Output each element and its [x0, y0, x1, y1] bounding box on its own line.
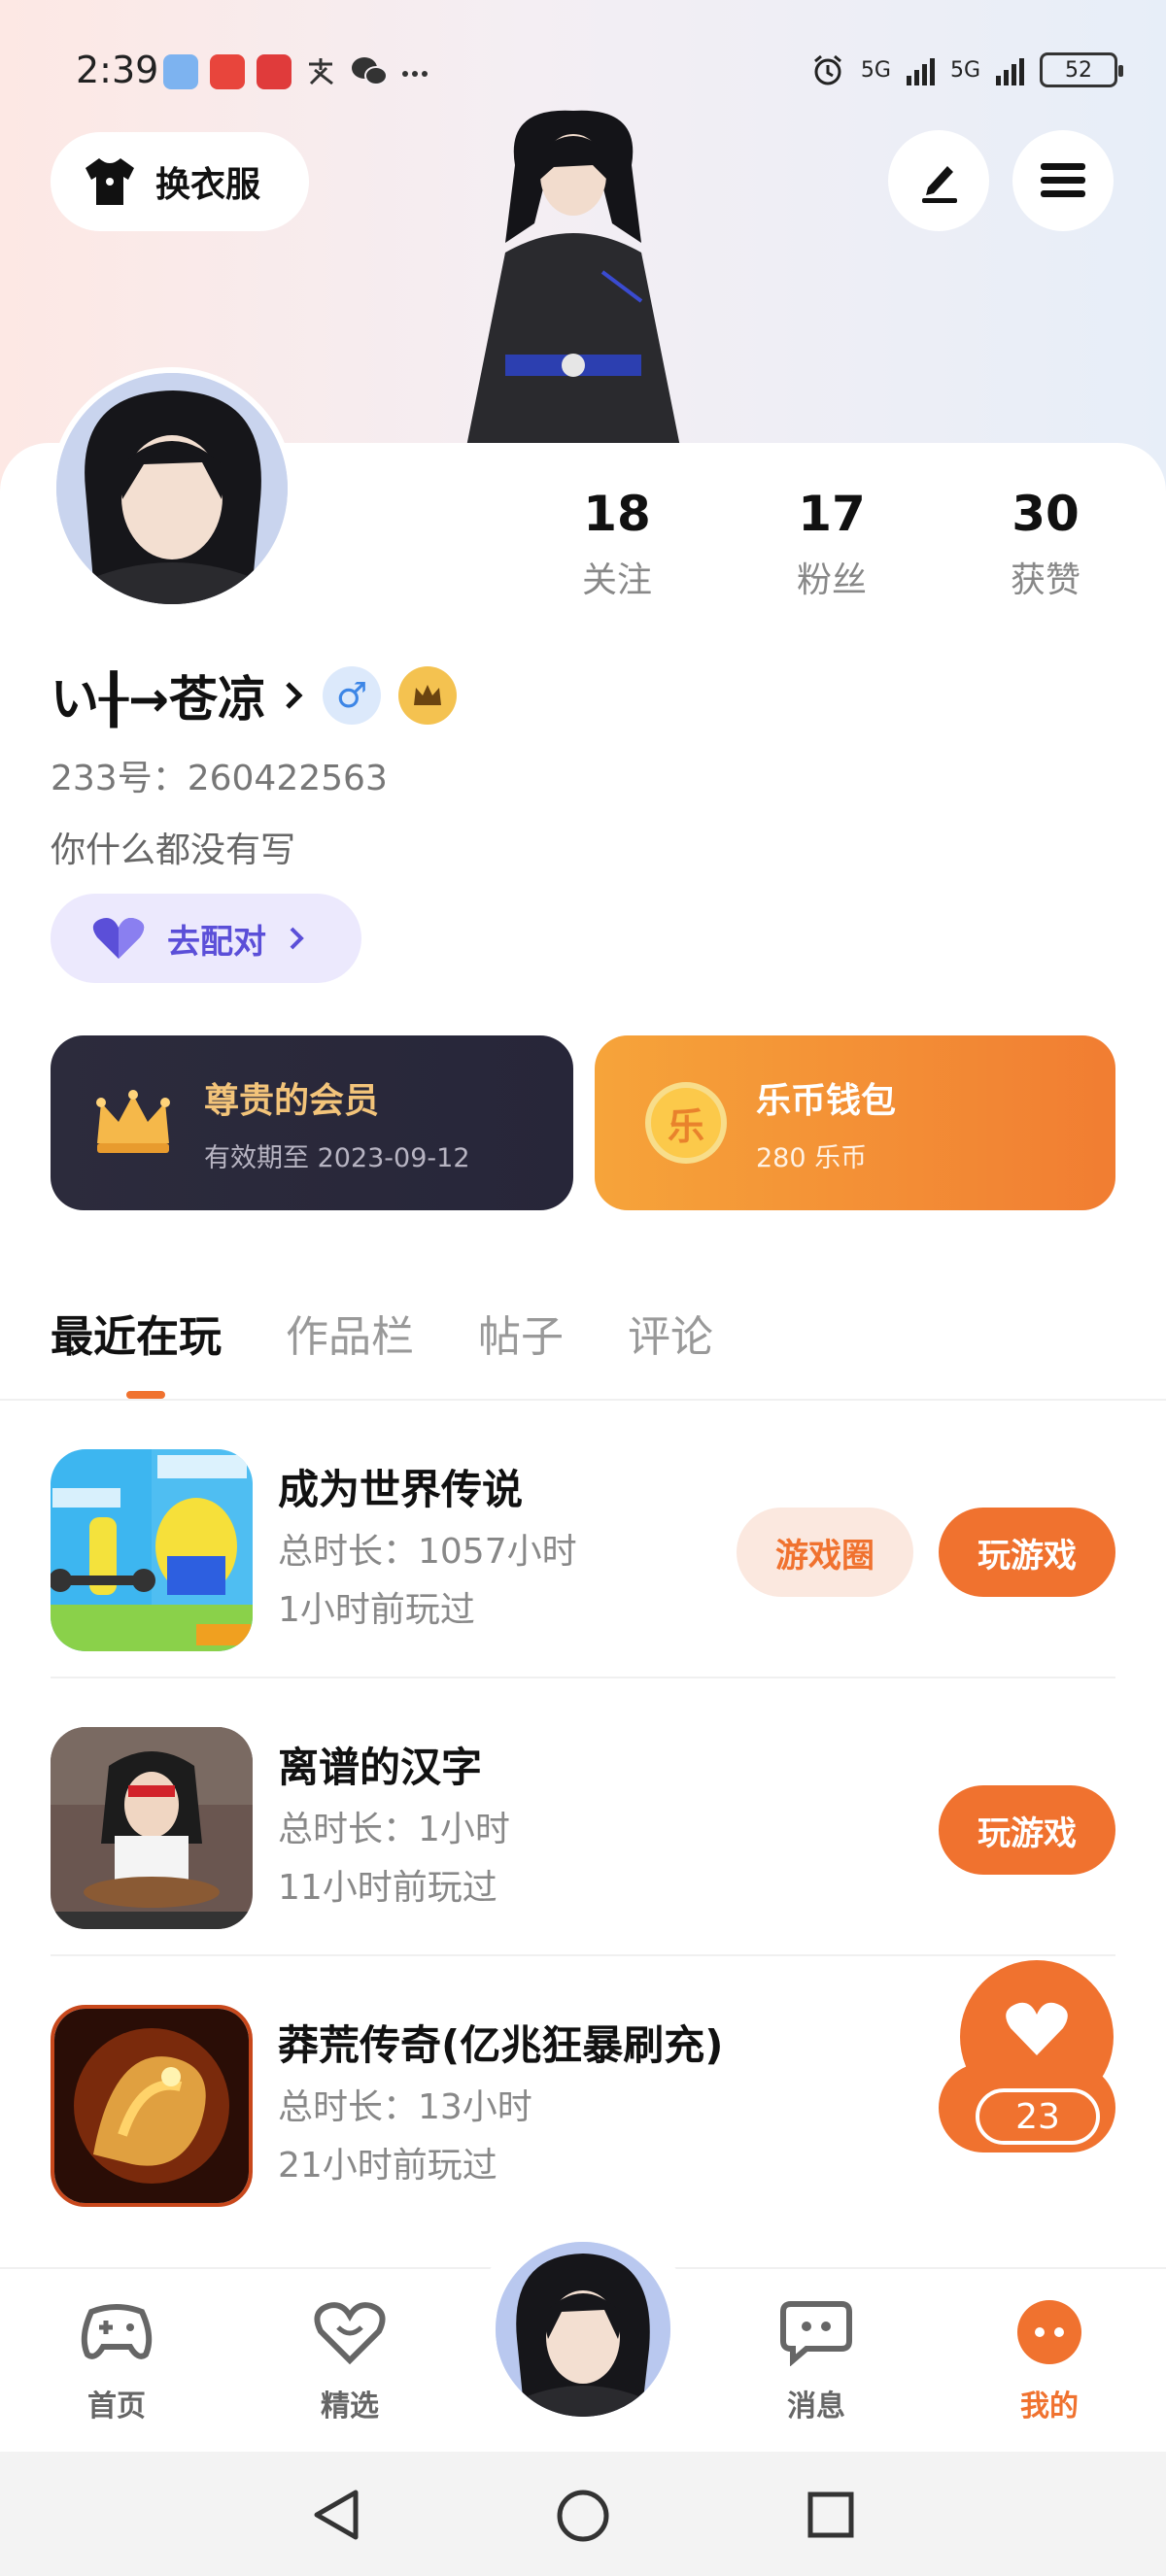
nav-messages-label: 消息: [787, 2390, 845, 2423]
username: い╂→苍凉: [51, 671, 266, 728]
game-circle-button[interactable]: 游戏圈: [737, 1508, 913, 1597]
menu-button[interactable]: [1012, 130, 1114, 231]
wallet-title: 乐币钱包: [756, 1080, 897, 1121]
home-icon[interactable]: [556, 2489, 610, 2543]
profile-face-icon: [1017, 2300, 1081, 2364]
profile-tabs: 最近在玩 作品栏 帖子 评论: [51, 1302, 713, 1364]
avatar-character-figure[interactable]: [447, 107, 700, 447]
vip-card[interactable]: 尊贵的会员 有效期至 2023-09-12: [51, 1035, 573, 1210]
nav-mine[interactable]: 我的: [981, 2298, 1117, 2424]
followers-label: 粉丝: [796, 560, 867, 600]
nav-home[interactable]: 首页: [49, 2298, 185, 2424]
battery-level: 52: [1065, 57, 1092, 83]
game-last-played: 21小时前玩过: [278, 2146, 497, 2186]
nav-messages[interactable]: 消息: [748, 2298, 884, 2424]
likes-label: 获赞: [1010, 560, 1080, 600]
chat-icon: [780, 2301, 852, 2367]
like-count-badge: 23: [976, 2088, 1100, 2145]
edit-button[interactable]: [888, 130, 989, 231]
likes-count: 30: [1012, 486, 1080, 542]
game-total-time: 总时长：1057小时: [278, 1532, 577, 1572]
username-row[interactable]: い╂→苍凉 ♂: [51, 661, 457, 730]
wallet-card[interactable]: 乐 乐币钱包 280 乐币: [595, 1035, 1115, 1210]
game-last-played: 11小时前玩过: [278, 1868, 497, 1908]
system-navigation-bar: [0, 2452, 1166, 2576]
heart-outline-icon: [314, 2302, 386, 2365]
avatar-image: [56, 373, 288, 604]
crown-badge-icon: [398, 666, 457, 725]
following-count: 18: [583, 486, 651, 542]
alarm-icon: [813, 54, 841, 85]
battery-icon: 52: [1040, 52, 1123, 87]
change-outfit-label: 换衣服: [155, 165, 261, 205]
nav-featured[interactable]: 精选: [282, 2298, 418, 2424]
heart-icon: [1006, 2002, 1068, 2055]
vip-title: 尊贵的会员: [204, 1080, 380, 1121]
nav-avatar-button[interactable]: [492, 2238, 674, 2421]
game-name: 离谱的汉字: [278, 1744, 483, 1791]
tab-posts[interactable]: 帖子: [478, 1302, 564, 1364]
active-tab-indicator: [126, 1391, 165, 1399]
stat-followers[interactable]: 17 粉丝: [754, 486, 909, 602]
alipay-icon: [309, 58, 333, 85]
male-icon: ♂: [323, 666, 381, 725]
signal-icon: [996, 54, 1024, 85]
chevron-right-icon: [290, 927, 304, 950]
crown-icon: [96, 1090, 170, 1153]
stat-likes[interactable]: 30 获赞: [968, 486, 1123, 602]
nav-featured-label: 精选: [321, 2390, 379, 2423]
nav-home-label: 首页: [87, 2390, 146, 2423]
more-notifications-icon: [402, 71, 428, 77]
status-time: 2:39: [76, 49, 159, 91]
tab-works[interactable]: 作品栏: [286, 1302, 414, 1364]
game-name: 成为世界传说: [278, 1466, 524, 1513]
play-game-button[interactable]: 玩游戏: [939, 1785, 1115, 1875]
edit-icon: [922, 166, 957, 203]
game-total-time: 总时长：13小时: [278, 2087, 532, 2127]
game-icon: [51, 1727, 253, 1929]
network-type: 5G: [949, 57, 980, 83]
app-notification-icon: [210, 54, 245, 89]
signal-icon: [906, 54, 935, 85]
chevron-right-icon: [286, 682, 303, 709]
menu-icon: [1041, 163, 1085, 197]
play-game-button[interactable]: 玩游戏: [939, 1508, 1115, 1597]
profile-avatar[interactable]: [51, 367, 293, 610]
stat-following[interactable]: 18 关注: [539, 486, 695, 602]
status-indicators: 5G 5G 52: [810, 52, 1123, 87]
game-last-played: 1小时前玩过: [278, 1590, 475, 1630]
network-type: 5G: [860, 57, 891, 83]
coin-icon: 乐: [645, 1082, 727, 1164]
coin-icon-char: 乐: [667, 1104, 704, 1148]
list-item[interactable]: 成为世界传说 总时长：1057小时 1小时前玩过 游戏圈 玩游戏: [0, 1401, 1166, 1678]
heart-match-icon: [92, 918, 145, 959]
change-outfit-button[interactable]: 换衣服: [51, 132, 309, 231]
match-button[interactable]: 去配对: [51, 894, 361, 983]
wechat-icon: [352, 57, 388, 85]
avatar-image: [496, 2242, 670, 2417]
app-notification-icon: [163, 54, 198, 89]
gamepad-icon: [81, 2304, 153, 2359]
vip-expiry: 有效期至 2023-09-12: [204, 1142, 470, 1173]
recents-icon[interactable]: [806, 2491, 855, 2539]
user-bio: 你什么都没有写: [51, 830, 296, 870]
shirt-icon: [86, 158, 134, 205]
game-name: 莽荒传奇(亿兆狂暴刷充): [278, 2021, 724, 2069]
game-icon: [51, 2005, 253, 2207]
tab-comments[interactable]: 评论: [628, 1302, 713, 1364]
nav-mine-label: 我的: [1020, 2390, 1079, 2423]
tab-recently-played[interactable]: 最近在玩: [51, 1302, 222, 1364]
match-label: 去配对: [167, 922, 266, 962]
back-icon[interactable]: [309, 2487, 363, 2543]
following-label: 关注: [581, 560, 652, 600]
game-icon: [51, 1449, 253, 1651]
list-item[interactable]: 离谱的汉字 总时长：1小时 11小时前玩过 玩游戏: [0, 1678, 1166, 1956]
wallet-balance: 280 乐币: [756, 1142, 868, 1173]
user-id: 233号：260422563: [51, 759, 388, 798]
game-total-time: 总时长：1小时: [278, 1810, 510, 1849]
notification-icons: [163, 54, 429, 89]
app-notification-icon: [257, 54, 292, 89]
followers-count: 17: [798, 486, 866, 542]
